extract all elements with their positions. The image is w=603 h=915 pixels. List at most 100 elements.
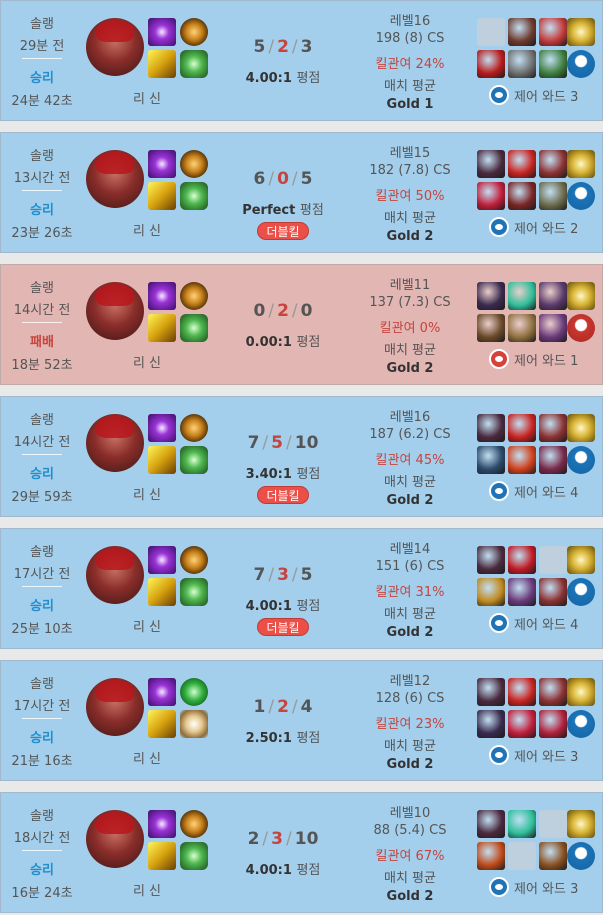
- item-slot-icon[interactable]: [477, 678, 505, 706]
- trinket-icon[interactable]: [567, 282, 595, 310]
- match-row[interactable]: 솔랭 17시간 전 승리 25분 10초 리 신 7/3/5 4.00:1 평점…: [0, 528, 603, 649]
- item-slot-icon[interactable]: [539, 710, 567, 738]
- match-info: 솔랭 13시간 전 승리 23분 26초: [1, 133, 83, 252]
- trinket-icon[interactable]: [567, 150, 595, 178]
- level: 레벨11: [389, 278, 431, 293]
- item-slot-icon[interactable]: [477, 414, 505, 442]
- item-slot-icon[interactable]: [539, 546, 567, 574]
- item-slot-icon[interactable]: [539, 578, 567, 606]
- trinket-icon[interactable]: [567, 18, 595, 46]
- match-row[interactable]: 솔랭 13시간 전 승리 23분 26초 리 신 6/0/5 Perfect 평…: [0, 132, 603, 253]
- champion-name[interactable]: 리 신: [117, 88, 177, 107]
- item-slot-icon[interactable]: [508, 578, 536, 606]
- champion-portrait[interactable]: [86, 282, 144, 340]
- item-slot-icon[interactable]: [508, 150, 536, 178]
- item-slot-icon[interactable]: [539, 18, 567, 46]
- control-ward-count: 제어 와드 3: [489, 877, 601, 899]
- match-row[interactable]: 솔랭 29분 전 승리 24분 42초 리 신 5/2/3 4.00:1 평점 …: [0, 0, 603, 121]
- match-stats: 레벨12 128 (6) CS 킬관여 23% 매치 평균 Gold 2: [361, 661, 459, 780]
- match-row[interactable]: 솔랭 17시간 전 승리 21분 16초 리 신 1/2/4 2.50:1 평점…: [0, 660, 603, 781]
- control-ward-count: 제어 와드 4: [489, 481, 601, 503]
- champion-name[interactable]: 리 신: [117, 220, 177, 239]
- item-slot-icon[interactable]: [508, 182, 536, 210]
- item-slot-icon[interactable]: [539, 182, 567, 210]
- item-slot-icon[interactable]: [477, 150, 505, 178]
- time-ago: 14시간 전: [13, 435, 71, 450]
- control-ward-item-icon[interactable]: [567, 50, 595, 78]
- ward-icon: [489, 877, 509, 897]
- kda-separator: /: [268, 37, 275, 57]
- item-slot-icon[interactable]: [477, 546, 505, 574]
- item-slot-icon[interactable]: [477, 446, 505, 474]
- kda-separator: /: [268, 169, 275, 189]
- control-ward-item-icon[interactable]: [567, 842, 595, 870]
- match-row[interactable]: 솔랭 14시간 전 패배 18분 52초 리 신 0/2/0 0.00:1 평점…: [0, 264, 603, 385]
- control-ward-item-icon[interactable]: [567, 446, 595, 474]
- champion-name[interactable]: 리 신: [117, 352, 177, 371]
- champion-name[interactable]: 리 신: [117, 880, 177, 899]
- kda-ratio: 2.50:1 평점: [211, 727, 355, 746]
- ward-icon: [489, 349, 509, 369]
- flash-spell-icon: [148, 810, 176, 838]
- champion-portrait[interactable]: [86, 678, 144, 736]
- item-slot-icon[interactable]: [539, 314, 567, 342]
- control-ward-label: 제어 와드 4: [514, 618, 579, 633]
- item-slot-icon[interactable]: [508, 314, 536, 342]
- item-slot-icon[interactable]: [539, 50, 567, 78]
- champion-portrait[interactable]: [86, 150, 144, 208]
- item-slot-icon[interactable]: [539, 282, 567, 310]
- item-slot-icon[interactable]: [508, 810, 536, 838]
- match-row[interactable]: 솔랭 14시간 전 승리 29분 59초 리 신 7/5/10 3.40:1 평…: [0, 396, 603, 517]
- item-slot-icon[interactable]: [477, 842, 505, 870]
- item-slot-icon[interactable]: [508, 710, 536, 738]
- trinket-icon[interactable]: [567, 810, 595, 838]
- match-tier: Gold 2: [386, 889, 434, 904]
- item-slot-icon[interactable]: [539, 414, 567, 442]
- champion-portrait[interactable]: [86, 810, 144, 868]
- item-slot-icon[interactable]: [539, 842, 567, 870]
- item-slot-icon[interactable]: [539, 810, 567, 838]
- item-slot-icon[interactable]: [539, 678, 567, 706]
- item-slot-icon[interactable]: [477, 282, 505, 310]
- control-ward-item-icon[interactable]: [567, 182, 595, 210]
- control-ward-item-icon[interactable]: [567, 314, 595, 342]
- item-slot-icon[interactable]: [508, 282, 536, 310]
- item-slot-icon[interactable]: [508, 50, 536, 78]
- game-result: 승리: [30, 731, 54, 746]
- trinket-icon[interactable]: [567, 546, 595, 574]
- ratio-value: 4.00:1: [245, 599, 292, 614]
- game-result: 승리: [30, 599, 54, 614]
- item-slot-icon[interactable]: [477, 578, 505, 606]
- match-tier: Gold 1: [386, 97, 434, 112]
- item-slot-icon[interactable]: [477, 710, 505, 738]
- item-slot-icon[interactable]: [477, 182, 505, 210]
- item-slot-icon[interactable]: [539, 446, 567, 474]
- champion-portrait[interactable]: [86, 18, 144, 76]
- item-slot-icon[interactable]: [477, 314, 505, 342]
- item-slot-icon[interactable]: [508, 842, 536, 870]
- item-slot-icon[interactable]: [477, 18, 505, 46]
- champion-name[interactable]: 리 신: [117, 748, 177, 767]
- champion-portrait[interactable]: [86, 414, 144, 472]
- champion-name[interactable]: 리 신: [117, 484, 177, 503]
- item-slot-icon[interactable]: [508, 414, 536, 442]
- trinket-icon[interactable]: [567, 678, 595, 706]
- item-slot-icon[interactable]: [508, 546, 536, 574]
- kills: 6: [253, 169, 266, 189]
- assists: 3: [300, 37, 313, 57]
- item-slot-icon[interactable]: [508, 18, 536, 46]
- control-ward-item-icon[interactable]: [567, 578, 595, 606]
- item-slot-icon[interactable]: [539, 150, 567, 178]
- match-row[interactable]: 솔랭 18시간 전 승리 16분 24초 리 신 2/3/10 4.00:1 평…: [0, 792, 603, 913]
- divider: [22, 190, 62, 191]
- item-slot-icon[interactable]: [477, 50, 505, 78]
- champion-portrait[interactable]: [86, 546, 144, 604]
- trinket-icon[interactable]: [567, 414, 595, 442]
- deaths: 2: [277, 37, 289, 57]
- champion-name[interactable]: 리 신: [117, 616, 177, 635]
- item-slot-icon[interactable]: [477, 810, 505, 838]
- control-ward-item-icon[interactable]: [567, 710, 595, 738]
- divider: [22, 850, 62, 851]
- item-slot-icon[interactable]: [508, 678, 536, 706]
- item-slot-icon[interactable]: [508, 446, 536, 474]
